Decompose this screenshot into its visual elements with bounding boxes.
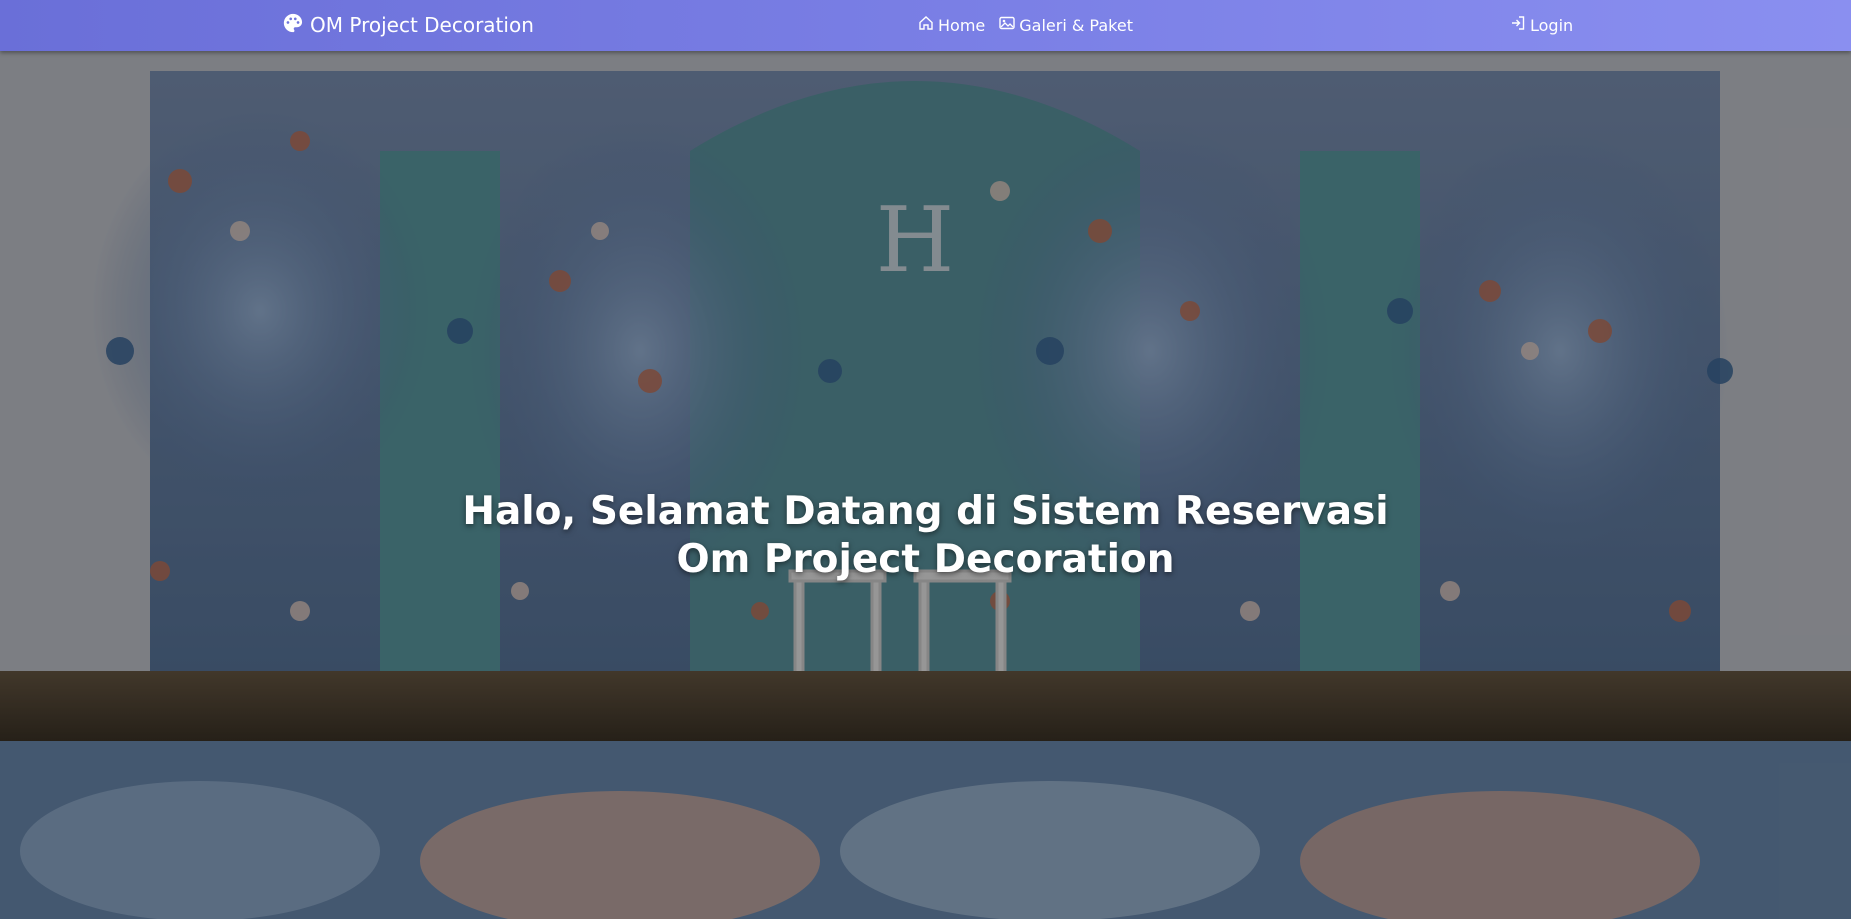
hero-title: Halo, Selamat Datang di Sistem Reservasi… bbox=[425, 488, 1426, 584]
nav-right: Login bbox=[1510, 12, 1573, 38]
image-icon bbox=[999, 15, 1015, 35]
login-link[interactable]: Login bbox=[1510, 15, 1573, 35]
hero-title-line-1: Halo, Selamat Datang di Sistem Reservasi bbox=[462, 489, 1389, 534]
navbar: OM Project Decoration Home Galeri & Pake… bbox=[0, 0, 1851, 51]
brand-label: OM Project Decoration bbox=[310, 13, 534, 37]
palette-icon bbox=[282, 12, 304, 39]
nav-link-home-label: Home bbox=[938, 15, 986, 35]
brand-link[interactable]: OM Project Decoration bbox=[282, 11, 534, 39]
hero-dark-overlay bbox=[0, 51, 1851, 919]
login-icon bbox=[1510, 15, 1526, 35]
nav-links: Home Galeri & Paket bbox=[918, 12, 1133, 38]
hero-title-line-2: Om Project Decoration bbox=[676, 537, 1175, 582]
nav-link-home[interactable]: Home bbox=[918, 15, 985, 35]
nav-link-gallery[interactable]: Galeri & Paket bbox=[999, 15, 1133, 35]
home-icon bbox=[918, 15, 934, 35]
hero-section: H Halo, Selamat Datang di Sistem Reserva… bbox=[0, 51, 1851, 919]
nav-link-gallery-label: Galeri & Paket bbox=[1019, 15, 1133, 35]
login-label: Login bbox=[1530, 15, 1574, 35]
